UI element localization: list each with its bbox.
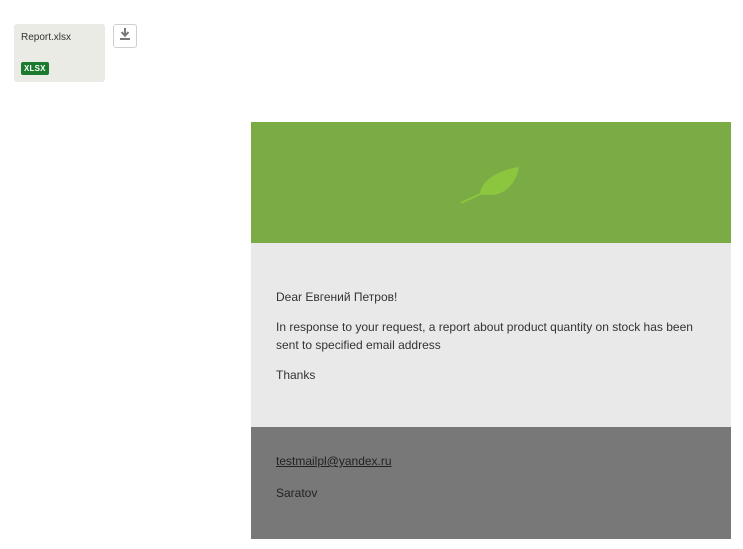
attachment-filename: Report.xlsx bbox=[21, 32, 72, 43]
email-content: Dear Евгений Петров! In response to your… bbox=[251, 243, 731, 427]
download-icon bbox=[119, 27, 131, 45]
footer-email-link[interactable]: testmailpl@yandex.ru bbox=[276, 454, 706, 468]
footer-city: Saratov bbox=[276, 486, 318, 500]
attachment-card[interactable]: Report.xlsx XLSX bbox=[14, 24, 105, 82]
download-button[interactable] bbox=[113, 24, 137, 48]
file-type-badge: XLSX bbox=[21, 62, 49, 75]
leaf-icon bbox=[459, 164, 523, 209]
greeting-text: Dear Евгений Петров! bbox=[276, 290, 398, 304]
message-text: In response to your request, a report ab… bbox=[276, 320, 693, 352]
email-footer: testmailpl@yandex.ru Saratov bbox=[251, 427, 731, 539]
email-header bbox=[251, 122, 731, 243]
closing-text: Thanks bbox=[276, 368, 316, 382]
email-body: Dear Евгений Петров! In response to your… bbox=[251, 122, 731, 539]
